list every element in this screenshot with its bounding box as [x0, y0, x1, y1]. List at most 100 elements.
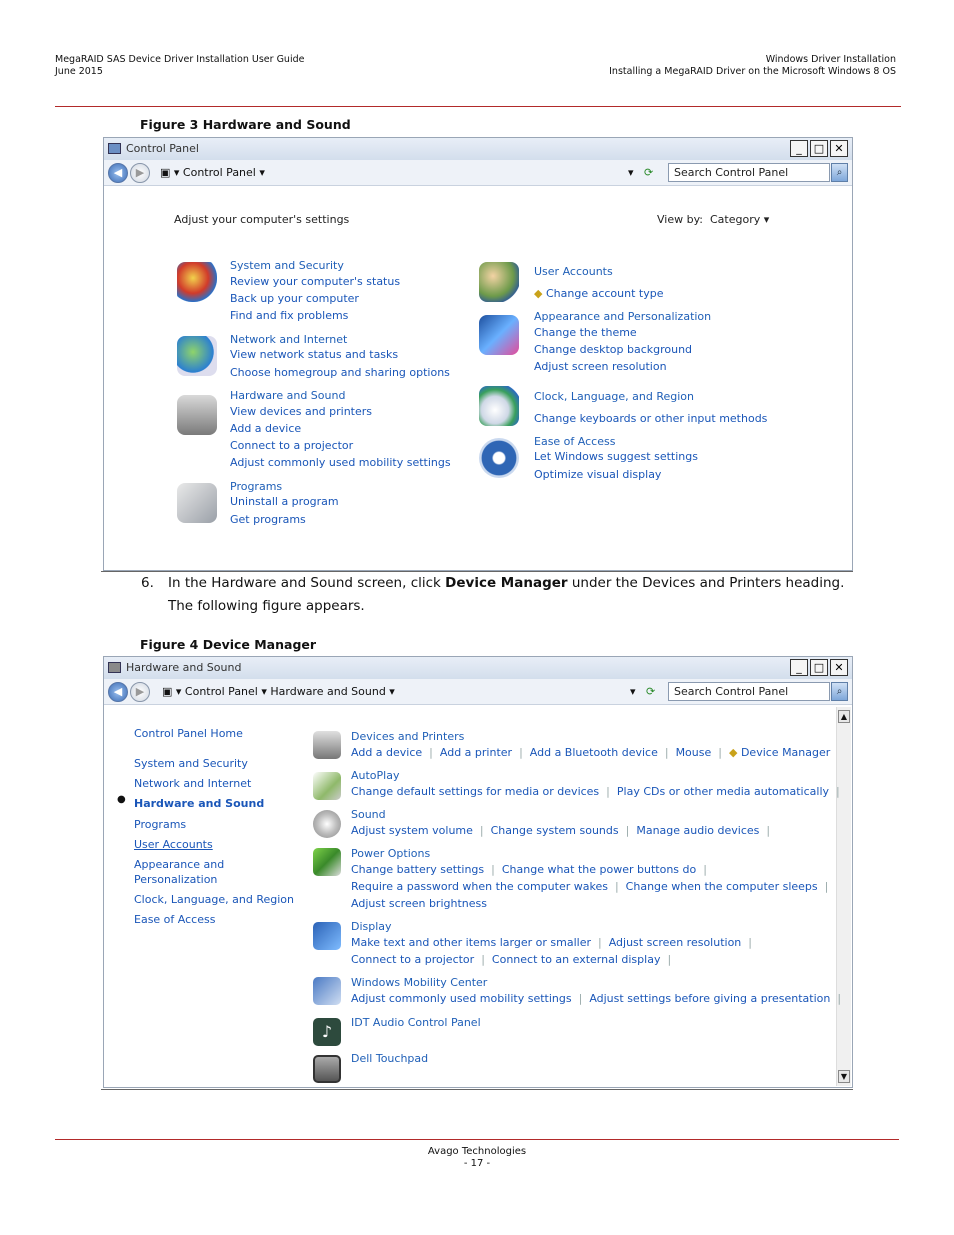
section-title[interactable]: Sound	[351, 806, 386, 823]
devices-printers-link[interactable]: View devices and printers	[230, 403, 372, 420]
section-link[interactable]: Add a Bluetooth device	[530, 746, 658, 759]
nav-personalization[interactable]: Personalization	[134, 872, 217, 887]
find-fix-link[interactable]: Find and fix problems	[230, 307, 348, 324]
view-by-dropdown[interactable]: Category ▾	[710, 213, 769, 226]
section-link[interactable]: Connect to a projector	[351, 953, 474, 966]
section-link[interactable]: Require a password when the computer wak…	[351, 880, 608, 893]
section-title[interactable]: AutoPlay	[351, 767, 399, 784]
hardware-and-sound-link[interactable]: Hardware and Sound	[230, 387, 345, 404]
nav-appearance[interactable]: Appearance and	[134, 857, 224, 872]
figure4-rule	[101, 1089, 853, 1090]
section-link[interactable]: Change default settings for media or dev…	[351, 785, 599, 798]
section-link-row: Adjust screen brightness	[351, 895, 487, 912]
section-link[interactable]: Connect to an external display	[492, 953, 661, 966]
close-button[interactable]: ✕	[830, 140, 848, 157]
section-title[interactable]: Windows Mobility Center	[351, 974, 487, 991]
section-title[interactable]: Power Options	[351, 845, 430, 862]
projector-link[interactable]: Connect to a projector	[230, 437, 353, 454]
section-title[interactable]: Display	[351, 918, 392, 935]
refresh-icon[interactable]: ⟳	[646, 683, 655, 701]
section-link[interactable]: Adjust commonly used mobility settings	[351, 992, 572, 1005]
section-title[interactable]: IDT Audio Control Panel	[351, 1014, 481, 1031]
section-link[interactable]: Device Manager	[741, 746, 830, 759]
section-link[interactable]: Adjust screen resolution	[609, 936, 742, 949]
figure4-caption: Figure 4 Device Manager	[140, 637, 317, 652]
appearance-link[interactable]: Appearance and Personalization	[534, 308, 711, 325]
section-link[interactable]: Manage audio devices	[636, 824, 759, 837]
nav-hardware-sound[interactable]: Hardware and Sound	[134, 796, 264, 811]
section-link[interactable]: Play CDs or other media automatically	[617, 785, 829, 798]
figure3-caption: Figure 3 Hardware and Sound	[140, 117, 351, 132]
get-programs-link[interactable]: Get programs	[230, 511, 306, 528]
search-input[interactable]: Search Control Panel	[668, 682, 830, 701]
history-dropdown[interactable]: ▾	[630, 683, 636, 701]
backup-link[interactable]: Back up your computer	[230, 290, 359, 307]
nav-user-accounts[interactable]: User Accounts	[134, 837, 213, 852]
section-link[interactable]: Change system sounds	[491, 824, 619, 837]
back-button[interactable]: ◀	[108, 163, 128, 183]
scroll-down-button[interactable]: ▼	[838, 1070, 850, 1083]
section-link[interactable]: Adjust settings before giving a presenta…	[589, 992, 830, 1005]
step-number: 6.	[141, 575, 154, 591]
nav-clock-language[interactable]: Clock, Language, and Region	[134, 892, 294, 907]
section-link[interactable]: Change battery settings	[351, 863, 484, 876]
search-button[interactable]: ⌕	[831, 163, 848, 182]
header-left: MegaRAID SAS Device Driver Installation …	[55, 54, 304, 78]
desktop-background-link[interactable]: Change desktop background	[534, 341, 692, 358]
nav-network-internet[interactable]: Network and Internet	[134, 776, 251, 791]
section-link[interactable]: Add a printer	[440, 746, 512, 759]
breadcrumb[interactable]: ▣ ▾ Control Panel ▾	[160, 164, 265, 182]
close-button[interactable]: ✕	[830, 659, 848, 676]
maximize-button[interactable]: □	[810, 659, 828, 676]
mobility-link[interactable]: Adjust commonly used mobility settings	[230, 454, 451, 471]
music-note-icon: ♪	[313, 1018, 341, 1046]
uninstall-link[interactable]: Uninstall a program	[230, 493, 339, 510]
change-theme-link[interactable]: Change the theme	[534, 324, 637, 341]
breadcrumb-control-panel[interactable]: Control Panel	[185, 685, 258, 698]
section-link[interactable]: Adjust system volume	[351, 824, 473, 837]
section-link[interactable]: Make text and other items larger or smal…	[351, 936, 591, 949]
refresh-icon[interactable]: ⟳	[644, 164, 653, 182]
minimize-button[interactable]: _	[790, 659, 808, 676]
search-input[interactable]: Search Control Panel	[668, 163, 830, 182]
visual-display-link[interactable]: Optimize visual display	[534, 466, 661, 483]
scroll-up-button[interactable]: ▲	[838, 710, 850, 723]
system-and-security-link[interactable]: System and Security	[230, 257, 344, 274]
breadcrumb-hardware-sound[interactable]: Hardware and Sound	[270, 685, 385, 698]
section-link[interactable]: Adjust screen brightness	[351, 897, 487, 910]
window-title: Control Panel	[126, 142, 199, 155]
maximize-button[interactable]: □	[810, 140, 828, 157]
network-status-link[interactable]: View network status and tasks	[230, 346, 398, 363]
section-link[interactable]: Add a device	[351, 746, 422, 759]
link-separator: |	[598, 936, 602, 949]
minimize-button[interactable]: _	[790, 140, 808, 157]
review-status-link[interactable]: Review your computer's status	[230, 273, 400, 290]
breadcrumb-control-panel[interactable]: Control Panel	[183, 166, 256, 179]
clock-language-link[interactable]: Clock, Language, and Region	[534, 388, 694, 405]
add-device-link[interactable]: Add a device	[230, 420, 301, 437]
nav-programs[interactable]: Programs	[134, 817, 186, 832]
link-separator: |	[748, 936, 752, 949]
windows-suggest-link[interactable]: Let Windows suggest settings	[534, 448, 698, 465]
section-link[interactable]: Change what the power buttons do	[502, 863, 696, 876]
keyboards-link[interactable]: Change keyboards or other input methods	[534, 410, 767, 427]
section-link[interactable]: Change when the computer sleeps	[626, 880, 818, 893]
forward-button[interactable]: ▶	[130, 163, 150, 183]
nav-ease-of-access[interactable]: Ease of Access	[134, 912, 215, 927]
nav-system-security[interactable]: System and Security	[134, 756, 248, 771]
screen-resolution-link[interactable]: Adjust screen resolution	[534, 358, 667, 375]
section-link[interactable]: Mouse	[676, 746, 712, 759]
back-button[interactable]: ◀	[108, 682, 128, 702]
vertical-scrollbar[interactable]: ▲ ▼	[836, 707, 851, 1086]
breadcrumb[interactable]: ▣ ▾ Control Panel ▾ Hardware and Sound ▾	[162, 683, 395, 701]
forward-button[interactable]: ▶	[130, 682, 150, 702]
homegroup-link[interactable]: Choose homegroup and sharing options	[230, 364, 450, 381]
section-title[interactable]: Devices and Printers	[351, 728, 464, 745]
section-title[interactable]: Dell Touchpad	[351, 1050, 428, 1067]
user-accounts-link[interactable]: User Accounts	[534, 263, 613, 280]
nav-control-panel-home[interactable]: Control Panel Home	[134, 726, 243, 741]
uac-shield-icon: ◆	[534, 287, 543, 300]
change-account-type-link[interactable]: ◆ Change account type	[534, 285, 663, 302]
history-dropdown[interactable]: ▾	[628, 164, 634, 182]
search-button[interactable]: ⌕	[831, 682, 848, 701]
